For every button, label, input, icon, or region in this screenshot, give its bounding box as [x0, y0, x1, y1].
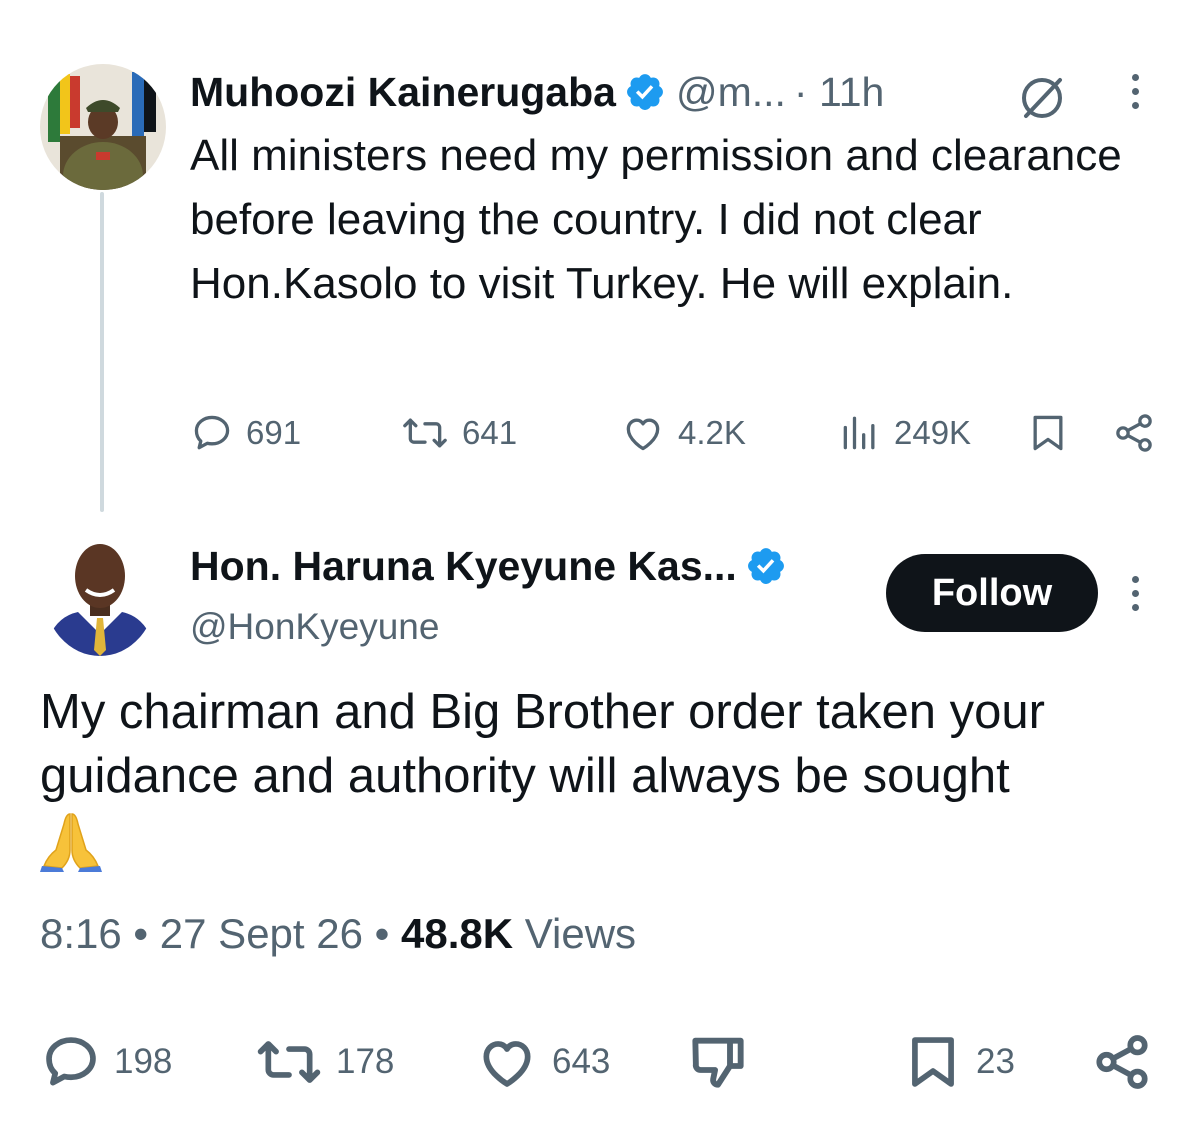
dislike-button[interactable] [686, 1028, 750, 1096]
share-button[interactable] [1090, 1028, 1154, 1096]
reply-icon [46, 1037, 96, 1086]
repost-button[interactable]: 641 [400, 408, 517, 458]
tweet1-author-name[interactable]: Muhoozi Kainerugaba [190, 69, 616, 116]
meta-separator: • [121, 910, 160, 957]
share-icon [1116, 414, 1152, 452]
share-button[interactable] [1110, 408, 1158, 458]
heart-icon [483, 1041, 531, 1087]
more-vertical-icon[interactable] [1125, 74, 1145, 116]
reply-icon [194, 415, 230, 450]
tweet2-date[interactable]: 27 Sept 26 [160, 910, 363, 957]
verified-badge-icon [624, 71, 666, 113]
bookmark-button[interactable]: 23 [902, 1028, 1015, 1096]
meta-separator: • [362, 910, 402, 957]
tweet2-time[interactable]: 8:16 [40, 910, 122, 957]
repost-count: 641 [462, 414, 518, 451]
bookmark-icon [1033, 415, 1063, 451]
folded-hands-emoji [40, 810, 102, 872]
tweet2-text: My chairman and Big Brother order taken … [40, 685, 1045, 803]
tweet2-action-bar: 198 178 643 23 [40, 1028, 1160, 1096]
verified-badge-icon [745, 545, 787, 587]
tweet2-header: Hon. Haruna Kyeyune Kas... [190, 540, 787, 592]
tweet1-action-bar: 691 641 4.2K 249K [190, 408, 1165, 458]
bookmark-button[interactable] [1026, 408, 1070, 458]
reply-button[interactable]: 198 [40, 1028, 172, 1096]
like-button[interactable]: 643 [474, 1028, 610, 1096]
tweet1-text: All ministers need my permission and cle… [190, 131, 1122, 308]
follow-button[interactable]: Follow [886, 554, 1098, 632]
tweet1-handle[interactable]: @m... [676, 69, 786, 116]
tweet1-time[interactable]: · 11h [794, 69, 884, 116]
views-icon [843, 416, 875, 450]
like-count: 4.2K [678, 414, 746, 451]
tweet1-header: Muhoozi Kainerugaba @m... · 11h [190, 66, 884, 118]
tweet2-views-count[interactable]: 48.8K [401, 910, 513, 957]
tweet2-author-name[interactable]: Hon. Haruna Kyeyune Kas... [190, 543, 737, 590]
thumbs-down-icon [692, 1037, 744, 1088]
tweet2-views-label: Views [513, 910, 637, 957]
reply-count: 691 [246, 414, 302, 451]
muhoozi-avatar[interactable] [40, 64, 166, 190]
views-button[interactable]: 249K [838, 408, 971, 458]
tweet2-handle[interactable]: @HonKyeyune [190, 606, 439, 648]
reply-button[interactable]: 691 [190, 408, 301, 458]
like-count: 643 [552, 1042, 611, 1081]
heart-icon [626, 418, 660, 451]
views-count: 249K [894, 414, 972, 451]
repost-icon [257, 1041, 321, 1083]
reply-count: 198 [114, 1042, 173, 1081]
bookmark-icon [912, 1037, 954, 1087]
grok-icon[interactable] [1016, 72, 1068, 124]
like-button[interactable]: 4.2K [620, 408, 746, 458]
bookmark-count: 23 [976, 1042, 1015, 1081]
repost-count: 178 [336, 1042, 395, 1081]
repost-icon [403, 418, 447, 448]
thread-connector-line [100, 192, 104, 512]
share-icon [1096, 1035, 1148, 1089]
repost-button[interactable]: 178 [254, 1028, 394, 1096]
more-vertical-icon[interactable] [1125, 576, 1145, 618]
tweet2-metadata: 8:16 • 27 Sept 26 • 48.8K Views [40, 910, 636, 958]
kyeyune-avatar[interactable] [44, 530, 156, 656]
